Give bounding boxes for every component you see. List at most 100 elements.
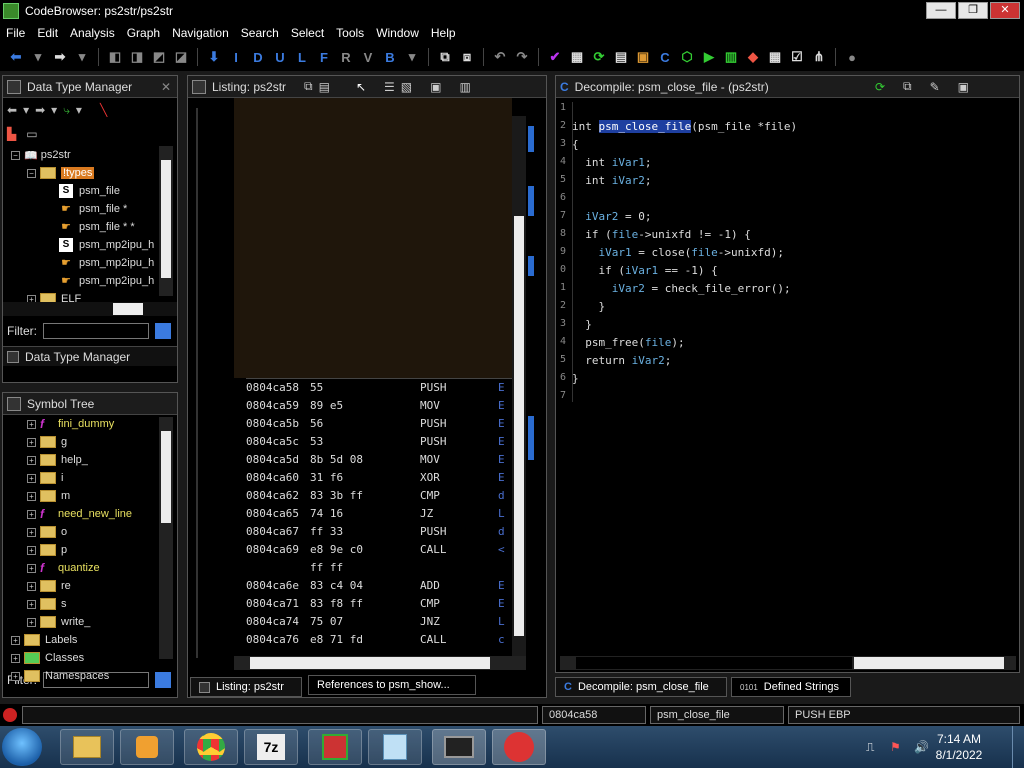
expand-icon[interactable]: + [27,617,36,627]
paste-icon[interactable]: ▤ [319,80,330,94]
menu-help[interactable]: Help [425,26,462,40]
listing-row[interactable]: ff ff [246,558,512,576]
tree-item[interactable]: Spsm_file [11,182,177,200]
run-script-icon[interactable]: ▶ [699,47,719,67]
code-line[interactable]: return iVar2; [572,354,671,372]
nav-func-icon[interactable]: ◪ [171,47,191,67]
tree-item[interactable]: ☛ psm_mp2ipu_h [11,272,177,290]
listing-row[interactable]: 0804ca76 e8 71 fd CALL c [246,630,512,648]
snapshot-icon[interactable]: ▣ [430,80,441,94]
code-line[interactable]: iVar2 = check_file_error(); [572,282,791,300]
debugger-icon[interactable]: ◆ [743,47,763,67]
nav-reference-button[interactable]: R [336,47,356,67]
code-line[interactable]: int iVar2; [572,174,651,192]
expand-icon[interactable]: + [27,455,36,465]
refresh-icon[interactable]: ⟳ [589,47,609,67]
selected-function-name[interactable]: psm_close_file [598,120,692,133]
tab-decompile[interactable]: C Decompile: psm_close_file [555,677,727,697]
tree-item[interactable]: ☛ psm_file * [11,200,177,218]
expand-icon[interactable]: + [27,419,36,429]
nav-instruction-button[interactable]: I [226,47,246,67]
menu-graph[interactable]: Graph [121,26,166,40]
nav-prev-icon[interactable]: ◧ [105,47,125,67]
tab-listing[interactable]: Listing: ps2str [190,677,302,697]
expand-icon[interactable]: + [11,653,20,663]
scrollbar-thumb[interactable] [161,431,171,523]
dropdown-icon[interactable]: ▾ [72,47,92,67]
nav-label-button[interactable]: L [292,47,312,67]
symbol-tree-vscrollbar[interactable] [159,417,173,659]
nav-function-button[interactable]: F [314,47,334,67]
expand-icon[interactable]: + [27,437,36,447]
close-button[interactable]: ✕ [990,2,1020,19]
listing-row[interactable]: 0804ca5d 8b 5d 08 MOV E [246,450,512,468]
listing-row[interactable]: 0804ca5b 56 PUSH E [246,414,512,432]
tree-item[interactable]: ☛ psm_file * * [11,218,177,236]
code-line[interactable]: if (file->unixfd != -1) { [572,228,751,246]
field-editor-icon[interactable]: ☰ [384,80,395,94]
tray-flag-icon[interactable]: ⚑ [890,740,901,754]
code-line[interactable]: if (iVar1 == -1) { [572,264,717,282]
expand-icon[interactable]: + [27,545,36,555]
symbol-tree-item[interactable]: + help_ [11,451,177,469]
taskbar-media[interactable] [120,729,174,765]
code-line[interactable]: { [572,138,579,156]
function-graph-icon[interactable]: ⬡ [677,47,697,67]
listing-options-icon[interactable]: ▥ [459,80,470,94]
menu-file[interactable]: File [0,26,31,40]
tree-vscrollbar[interactable] [159,146,173,296]
menu-window[interactable]: Window [370,26,425,40]
bytes-viewer-icon[interactable]: ▦ [567,47,587,67]
expand-icon[interactable]: + [11,635,20,645]
listing-row[interactable]: 0804ca67 ff 33 PUSH d [246,522,512,540]
tree-item[interactable]: Spsm_mp2ipu_h [11,236,177,254]
help-bubble-icon[interactable]: ● [842,47,862,67]
console-icon[interactable] [3,708,17,722]
forward-arrow-icon[interactable]: ➡ [50,47,70,67]
forward-arrow-icon[interactable]: ➡ [35,103,45,117]
down-arrow-icon[interactable]: ⬇ [204,47,224,67]
minimize-button[interactable]: — [926,2,956,19]
symbol-tree-item[interactable]: + g [11,433,177,451]
expand-icon[interactable]: + [27,563,36,573]
decompile-hscrollbar[interactable] [560,656,1016,670]
scrollbar-thumb[interactable] [514,216,524,636]
listing-row[interactable]: 0804ca71 83 f8 ff CMP E [246,594,512,612]
undo-icon[interactable]: ↶ [490,47,510,67]
dropdown-icon[interactable]: ▾ [402,47,422,67]
dropdown-icon[interactable]: ▾ [51,103,57,117]
symbol-tree-category[interactable]: + Namespaces [11,667,177,685]
edit-icon[interactable]: ✎ [930,80,940,94]
listing-row[interactable]: 0804ca6e 83 c4 04 ADD E [246,576,512,594]
expand-icon[interactable]: + [27,509,36,519]
symbol-tree-item[interactable]: + re [11,577,177,595]
code-line[interactable]: } [572,300,605,318]
maximize-button[interactable]: ❐ [958,2,988,19]
listing-vscrollbar[interactable] [512,116,526,656]
code-line[interactable]: psm_free(file); [572,336,684,354]
collapse-icon[interactable]: ▭ [26,127,37,141]
start-button[interactable] [2,728,42,766]
symbol-tree-item[interactable]: + f need_new_line [11,505,177,523]
script-manager-icon[interactable]: ▥ [721,47,741,67]
data-type-filter-input[interactable] [43,323,149,339]
checklist-icon[interactable]: ☑ [787,47,807,67]
symbol-tree-item[interactable]: + m [11,487,177,505]
dropdown-icon[interactable]: ▾ [76,103,82,117]
listing-row[interactable]: 0804ca74 75 07 JNZ L [246,612,512,630]
tray-network-icon[interactable]: ⎍ [866,740,874,755]
symbol-tree-item[interactable]: + i [11,469,177,487]
arrange-icon[interactable]: ⤷ [63,103,70,118]
scrollbar-thumb[interactable] [161,160,171,278]
tree-icon[interactable]: ⋔ [809,47,829,67]
panel-close-icon[interactable]: ✕ [161,80,171,94]
tab-defined-strings[interactable]: 0101 Defined Strings [731,677,851,697]
code-line[interactable]: iVar1 = close(file->unixfd); [572,246,784,264]
decompile-icon[interactable]: C [655,47,675,67]
symbol-tree-category[interactable]: + Labels [11,631,177,649]
cursor-icon[interactable]: ↖ [356,80,366,94]
listing-row[interactable]: 0804ca60 31 f6 XOR E [246,468,512,486]
code-line[interactable]: } [572,318,592,336]
show-desktop-button[interactable] [1012,726,1024,768]
taskbar-notepad[interactable] [368,729,422,765]
